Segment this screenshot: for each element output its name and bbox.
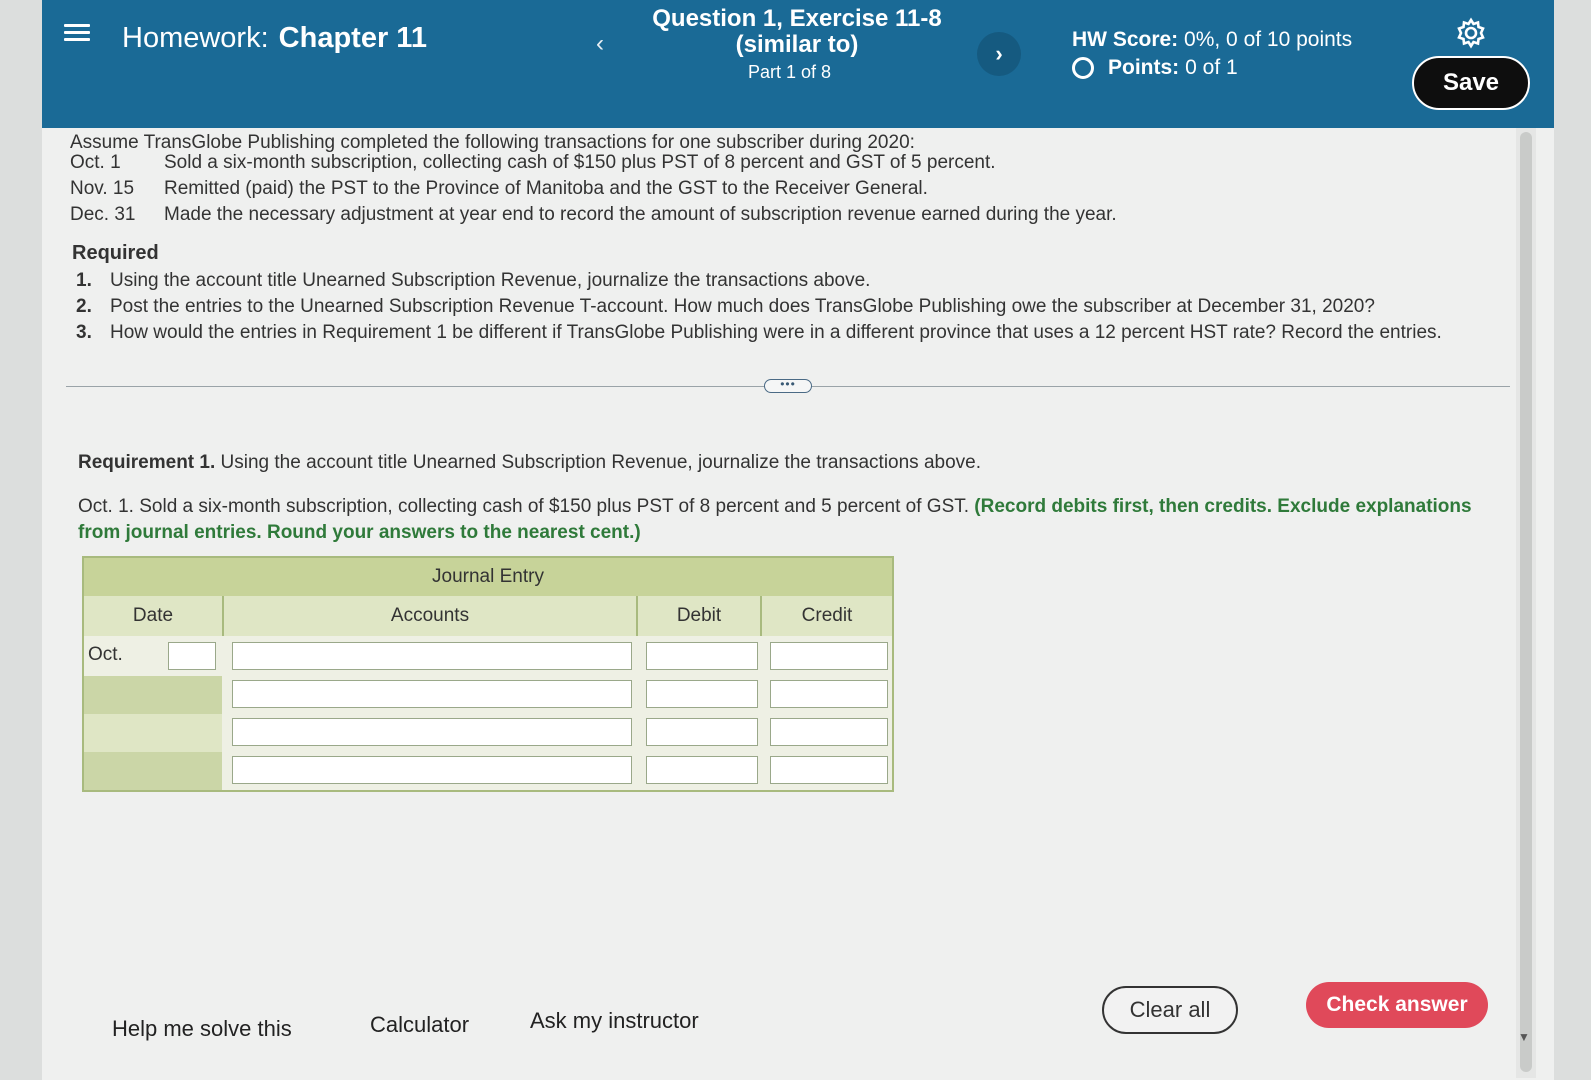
requirement-item: 1. Using the account title Unearned Subsc… — [76, 270, 870, 292]
requirement-number: 3. — [76, 322, 92, 343]
journal-entry-table: Journal Entry Date Accounts Debit Credit… — [82, 556, 894, 792]
debit-input[interactable] — [646, 756, 758, 784]
transaction-text: Made the necessary adjustment at year en… — [164, 204, 1117, 225]
transaction-text: Remitted (paid) the PST to the Province … — [164, 178, 928, 199]
points-value: 0 of 1 — [1185, 56, 1238, 79]
next-question-button[interactable]: › — [977, 32, 1021, 76]
question-title-line1: Question 1, Exercise 11-8 — [652, 5, 942, 32]
credit-input[interactable] — [770, 642, 888, 670]
required-heading: Required — [72, 242, 159, 264]
journal-entry-title: Journal Entry — [84, 558, 892, 596]
homework-title-prefix: Homework: — [122, 22, 269, 54]
header-bar: Homework: Chapter 11 ‹ Question 1, Exerci… — [42, 0, 1554, 128]
date-cell: Oct. — [84, 636, 222, 674]
requirement-text: How would the entries in Requirement 1 b… — [110, 322, 1442, 343]
account-input[interactable] — [232, 718, 632, 746]
scrollbar[interactable] — [1516, 128, 1536, 1078]
transaction-row: Dec. 31 Made the necessary adjustment at … — [70, 204, 1117, 226]
requirement-number: 2. — [76, 296, 92, 317]
question-title: Question 1, Exercise 11-8 (similar to) — [617, 6, 977, 58]
empty-circle-icon — [1072, 57, 1094, 79]
current-requirement-label: Requirement 1. — [78, 452, 216, 473]
column-header-debit: Debit — [638, 596, 762, 636]
question-title-line2: (similar to) — [735, 31, 859, 58]
entry-instruction-text: Oct. 1. Sold a six-month subscription, c… — [78, 496, 975, 517]
column-header-credit: Credit — [762, 596, 892, 636]
points: Points: 0 of 1 — [1072, 56, 1238, 80]
credit-input[interactable] — [770, 756, 888, 784]
current-requirement-text: Using the account title Unearned Subscri… — [220, 452, 982, 473]
points-label: Points: — [1108, 56, 1180, 79]
account-input[interactable] — [232, 756, 632, 784]
debit-input[interactable] — [646, 642, 758, 670]
save-button[interactable]: Save — [1412, 56, 1530, 110]
question-part: Part 1 of 8 — [747, 62, 832, 82]
previous-question-button[interactable]: ‹ — [582, 26, 618, 62]
column-header-date: Date — [84, 596, 224, 636]
homework-title: Homework: Chapter 11 — [122, 22, 427, 55]
ask-instructor-link[interactable]: Ask my instructor — [530, 1008, 699, 1034]
column-header-accounts: Accounts — [224, 596, 638, 636]
transaction-text: Sold a six-month subscription, collectin… — [164, 152, 996, 173]
entry-instruction: Oct. 1. Sold a six-month subscription, c… — [78, 494, 1518, 546]
transaction-date: Nov. 15 — [70, 178, 135, 199]
date-cell-blank — [84, 714, 222, 752]
hw-score: HW Score: 0%, 0 of 10 points — [1072, 28, 1352, 52]
expand-button[interactable]: ••• — [764, 378, 812, 393]
requirement-text: Post the entries to the Unearned Subscri… — [110, 296, 1375, 317]
calculator-link[interactable]: Calculator — [370, 1012, 469, 1038]
current-requirement: Requirement 1. Using the account title U… — [78, 452, 981, 474]
debit-input[interactable] — [646, 680, 758, 708]
gear-icon[interactable] — [1454, 16, 1488, 50]
homework-chapter: Chapter 11 — [278, 22, 427, 54]
hw-score-value: 0%, 0 of 10 points — [1184, 28, 1353, 51]
clear-all-button[interactable]: Clear all — [1102, 986, 1238, 1034]
date-month-label: Oct. — [88, 644, 123, 665]
hamburger-menu-icon[interactable] — [64, 20, 90, 46]
requirement-item: 2. Post the entries to the Unearned Subsc… — [76, 296, 1375, 318]
date-cell-blank — [84, 752, 222, 790]
credit-input[interactable] — [770, 718, 888, 746]
hw-score-label: HW Score: — [1072, 28, 1179, 51]
account-input[interactable] — [232, 680, 632, 708]
transaction-row: Nov. 15 Remitted (paid) the PST to the Pr… — [70, 178, 928, 200]
scrollbar-thumb[interactable] — [1520, 132, 1532, 1072]
account-input[interactable] — [232, 642, 632, 670]
scroll-down-icon[interactable]: ▼ — [1518, 1030, 1530, 1044]
page: Homework: Chapter 11 ‹ Question 1, Exerci… — [42, 0, 1554, 1080]
date-cell-blank — [84, 676, 222, 714]
requirement-number: 1. — [76, 270, 92, 291]
check-answer-button[interactable]: Check answer — [1306, 982, 1488, 1028]
requirement-text: Using the account title Unearned Subscri… — [110, 270, 871, 291]
requirement-item: 3. How would the entries in Requirement 1… — [76, 322, 1442, 344]
transaction-row: Oct. 1 Sold a six-month subscription, col… — [70, 152, 996, 174]
date-day-input[interactable] — [168, 642, 216, 670]
help-me-solve-link[interactable]: Help me solve this — [112, 1016, 292, 1042]
transaction-date: Oct. 1 — [70, 152, 121, 173]
transaction-date: Dec. 31 — [70, 204, 136, 225]
credit-input[interactable] — [770, 680, 888, 708]
debit-input[interactable] — [646, 718, 758, 746]
